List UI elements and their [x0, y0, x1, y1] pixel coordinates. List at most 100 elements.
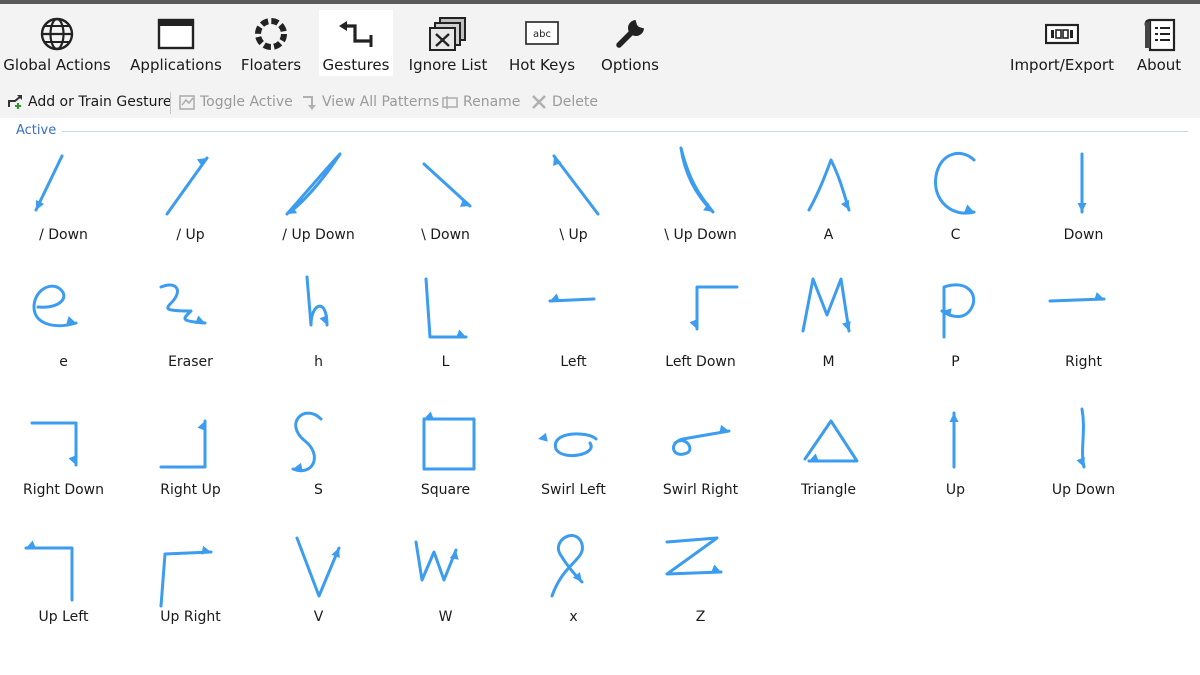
gesture-item[interactable]: M	[765, 267, 892, 387]
gesture-item[interactable]: Right	[1020, 267, 1147, 387]
gesture-item[interactable]: Right Up	[127, 395, 254, 515]
gesture-item[interactable]: L	[382, 267, 509, 387]
gesture-item[interactable]: / Up	[127, 140, 254, 260]
gesture-list: / Down / Up / Up Down \ Down \ Up \ Up Down A C…	[0, 140, 1200, 660]
gesture-item[interactable]: W	[382, 522, 509, 642]
gesture-label: Up Down	[1051, 482, 1116, 498]
gesture-item[interactable]: Swirl Right	[637, 395, 764, 515]
gesture-stroke-icon	[305, 275, 329, 327]
gesture-label: / Down	[39, 227, 88, 243]
gesture-stroke-icon	[291, 411, 323, 473]
gesture-stroke-icon	[665, 536, 723, 576]
gesture-stroke-icon	[940, 283, 976, 339]
gesture-item[interactable]: Up Down	[1020, 395, 1147, 515]
gesture-label: W	[438, 609, 453, 625]
gesture-stroke-icon	[34, 154, 64, 212]
gesture-stroke-icon	[422, 411, 476, 471]
gesture-item[interactable]: e	[0, 267, 127, 387]
gesture-item[interactable]: Up	[892, 395, 1019, 515]
gesture-label: Left	[560, 354, 587, 370]
gesture-label: M	[822, 354, 835, 370]
ribbon-options-button[interactable]: Options	[598, 10, 662, 76]
toolbar: Add or Train Gesture Toggle Active View …	[0, 84, 1200, 118]
ring-icon	[251, 14, 291, 54]
gesture-item[interactable]: P	[892, 267, 1019, 387]
gesture-stroke-icon	[295, 536, 341, 598]
gesture-stroke-icon	[285, 152, 342, 216]
gesture-item[interactable]: Right Down	[0, 395, 127, 515]
gesture-item[interactable]: C	[892, 140, 1019, 260]
gesture-item[interactable]: \ Up	[510, 140, 637, 260]
gesture-item[interactable]: / Down	[0, 140, 127, 260]
gesture-item[interactable]: \ Up Down	[637, 140, 764, 260]
add-or-train-gesture-button[interactable]: Add or Train Gesture	[6, 91, 172, 113]
gesture-item[interactable]: Left	[510, 267, 637, 387]
ribbon-ignore-list-button[interactable]: Ignore List	[404, 10, 492, 76]
gesture-stroke-icon	[424, 277, 468, 339]
gesture-item[interactable]: Up Left	[0, 522, 127, 642]
ribbon-label: Import/Export	[1010, 56, 1114, 74]
ribbon-floaters-button[interactable]: Floaters	[236, 10, 306, 76]
gesture-item[interactable]: Left Down	[637, 267, 764, 387]
ribbon-label: Gestures	[322, 56, 390, 74]
gesture-stroke-icon	[550, 534, 584, 598]
keyboard-key-icon: abc	[522, 14, 562, 54]
gesture-item[interactable]: h	[255, 267, 382, 387]
gesture-label: A	[823, 227, 834, 243]
rename-button[interactable]: Rename	[441, 91, 520, 113]
ribbon-applications-button[interactable]: Applications	[128, 10, 224, 76]
gesture-stroke-icon	[414, 540, 459, 582]
gesture-label: Square	[420, 482, 471, 498]
gesture-label: P	[951, 354, 960, 370]
gesture-item[interactable]: x	[510, 522, 637, 642]
gesture-label: x	[569, 609, 578, 625]
gesture-item[interactable]: A	[765, 140, 892, 260]
about-scroll-icon	[1139, 14, 1179, 54]
view-all-patterns-button[interactable]: View All Patterns	[300, 91, 439, 113]
gesture-stroke-icon	[30, 421, 78, 467]
gesture-item[interactable]: Up Right	[127, 522, 254, 642]
gesture-stroke-icon	[548, 293, 596, 303]
view-all-patterns-label: View All Patterns	[322, 94, 440, 110]
gesture-item[interactable]: Swirl Left	[510, 395, 637, 515]
rename-icon	[441, 93, 459, 111]
view-patterns-icon	[300, 93, 318, 111]
gesture-item[interactable]: \ Down	[382, 140, 509, 260]
ribbon-import-export-button[interactable]: Import/Export	[1008, 10, 1116, 76]
globe-icon	[37, 14, 77, 54]
gesture-stroke-icon	[159, 419, 207, 469]
group-header-active: Active	[16, 123, 57, 138]
delete-label: Delete	[552, 94, 598, 110]
gesture-stroke-icon	[934, 151, 976, 215]
toggle-active-label: Toggle Active	[200, 94, 293, 110]
gesture-stroke-icon	[1048, 292, 1106, 303]
gesture-label: Swirl Right	[662, 482, 739, 498]
gesture-label: Up	[945, 482, 966, 498]
ribbon-hot-keys-button[interactable]: abc Hot Keys	[506, 10, 578, 76]
add-gesture-icon	[6, 93, 24, 111]
gesture-label: Triangle	[801, 482, 856, 498]
gesture-label: Left Down	[665, 354, 736, 370]
gesture-item[interactable]: Eraser	[127, 267, 254, 387]
gesture-label: / Up	[176, 227, 205, 243]
ribbon: Global Actions Applications Floaters Ges…	[0, 4, 1200, 84]
gesture-label: e	[59, 354, 68, 370]
add-or-train-gesture-label: Add or Train Gesture	[28, 94, 172, 110]
gesture-item[interactable]: Triangle	[765, 395, 892, 515]
gesture-label: V	[313, 609, 324, 625]
gesture-item[interactable]: S	[255, 395, 382, 515]
gesture-item[interactable]: Z	[637, 522, 764, 642]
delete-button[interactable]: Delete	[530, 91, 598, 113]
ribbon-label: Ignore List	[408, 56, 488, 74]
ribbon-about-button[interactable]: About	[1132, 10, 1186, 76]
gesture-item[interactable]: V	[255, 522, 382, 642]
gesture-stroke-icon	[422, 162, 472, 208]
gesture-item[interactable]: Square	[382, 395, 509, 515]
svg-text:abc: abc	[533, 29, 551, 40]
group-header-divider	[62, 131, 1188, 132]
gesture-item[interactable]: / Up Down	[255, 140, 382, 260]
gesture-item[interactable]: Down	[1020, 140, 1147, 260]
toggle-active-button[interactable]: Toggle Active	[178, 91, 293, 113]
ribbon-global-actions-button[interactable]: Global Actions	[3, 10, 111, 76]
ribbon-gestures-button[interactable]: Gestures	[319, 10, 393, 76]
